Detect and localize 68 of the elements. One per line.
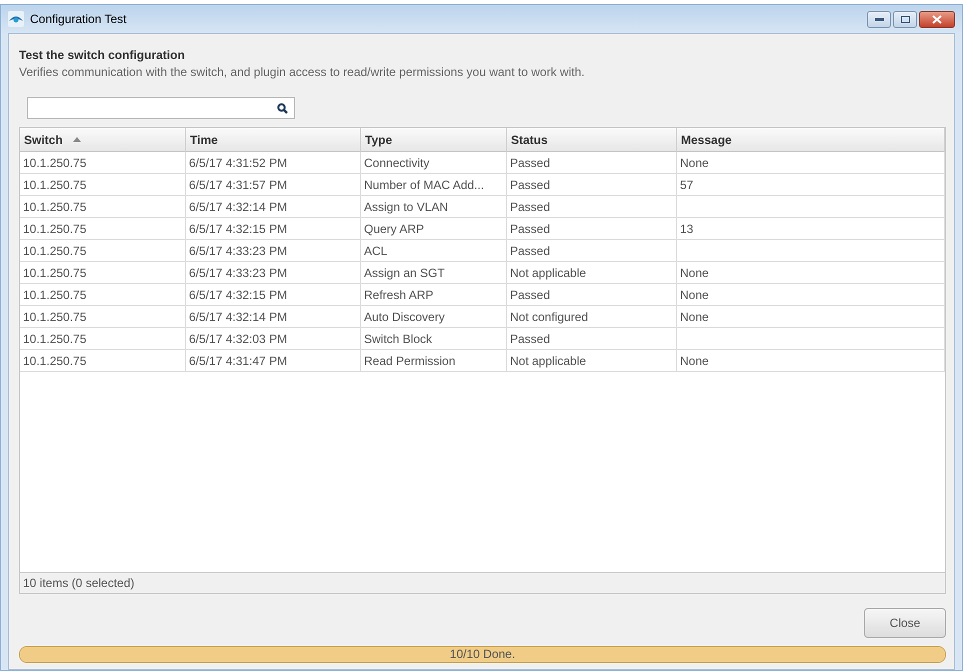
table-cell: ACL — [361, 240, 507, 262]
column-header[interactable]: Message — [677, 128, 945, 152]
table-cell: 6/5/17 4:33:23 PM — [186, 240, 361, 262]
table-cell: 10.1.250.75 — [20, 174, 186, 196]
table-cell: 10.1.250.75 — [20, 284, 186, 306]
maximize-button[interactable] — [893, 10, 917, 28]
table-cell: Passed — [507, 240, 677, 262]
table-cell: 10.1.250.75 — [20, 196, 186, 218]
table-cell: Switch Block — [361, 328, 507, 350]
table-footer: 10 items (0 selected) — [20, 572, 945, 593]
column-header[interactable]: Status — [507, 128, 677, 152]
sort-ascending-icon — [72, 137, 81, 142]
table-cell: Connectivity — [361, 152, 507, 174]
table-cell: Not applicable — [507, 262, 677, 284]
table-cell: 10.1.250.75 — [20, 262, 186, 284]
table-cell: 10.1.250.75 — [20, 350, 186, 372]
table-cell: 10.1.250.75 — [20, 152, 186, 174]
table-cell: 6/5/17 4:33:23 PM — [186, 262, 361, 284]
table-cell: 10.1.250.75 — [20, 218, 186, 240]
table-cell: None — [677, 306, 945, 328]
table-cell: 10.1.250.75 — [20, 328, 186, 350]
window-title: Configuration Test — [30, 12, 128, 26]
close-window-button[interactable] — [919, 10, 955, 28]
table-cell: None — [677, 152, 945, 174]
table-cell: None — [677, 350, 945, 372]
close-button[interactable]: Close — [864, 608, 946, 638]
table-cell: Auto Discovery — [361, 306, 507, 328]
minimize-icon — [874, 18, 884, 20]
table-cell: 6/5/17 4:32:14 PM — [186, 306, 361, 328]
table-cell: Passed — [507, 284, 677, 306]
search-field[interactable] — [27, 97, 295, 119]
table-cell: Passed — [507, 218, 677, 240]
table-cell: 10.1.250.75 — [20, 240, 186, 262]
maximize-icon — [900, 16, 910, 22]
close-icon — [932, 14, 942, 24]
table-cell: Read Permission — [361, 350, 507, 372]
table-cell: Assign an SGT — [361, 262, 507, 284]
search-icon — [277, 102, 288, 114]
table-cell: Assign to VLAN — [361, 196, 507, 218]
table-cell: 6/5/17 4:31:57 PM — [186, 174, 361, 196]
table-cell: Query ARP — [361, 218, 507, 240]
table-cell: Number of MAC Add... — [361, 174, 507, 196]
table-cell: 57 — [677, 174, 945, 196]
table-cell: Refresh ARP — [361, 284, 507, 306]
table-cell: Passed — [507, 174, 677, 196]
table-cell: None — [677, 284, 945, 306]
table-cell: Passed — [507, 196, 677, 218]
table-cell: 6/5/17 4:32:03 PM — [186, 328, 361, 350]
table-cell: 13 — [677, 218, 945, 240]
section-heading: Test the switch configuration — [19, 48, 186, 62]
table-cell: 6/5/17 4:32:15 PM — [186, 218, 361, 240]
table-cell: 6/5/17 4:31:52 PM — [186, 152, 361, 174]
table-cell: Not configured — [507, 306, 677, 328]
table-cell: Passed — [507, 152, 677, 174]
table-cell: Not applicable — [507, 350, 677, 372]
section-description: Verifies communication with the switch, and plugin access to read/write permissions you want to work with. — [19, 65, 586, 79]
table-cell: None — [677, 262, 945, 284]
table-cell: 6/5/17 4:32:14 PM — [186, 196, 361, 218]
column-header[interactable]: Switch — [20, 128, 186, 152]
eye-icon — [8, 11, 24, 27]
table-cell: 10.1.250.75 — [20, 306, 186, 328]
minimize-button[interactable] — [867, 10, 891, 28]
column-header[interactable]: Type — [361, 128, 507, 152]
table-cell: Passed — [507, 328, 677, 350]
table-cell: 6/5/17 4:32:15 PM — [186, 284, 361, 306]
table-cell: 6/5/17 4:31:47 PM — [186, 350, 361, 372]
column-header[interactable]: Time — [186, 128, 361, 152]
progress-label: 10/10 Done. — [448, 647, 516, 662]
